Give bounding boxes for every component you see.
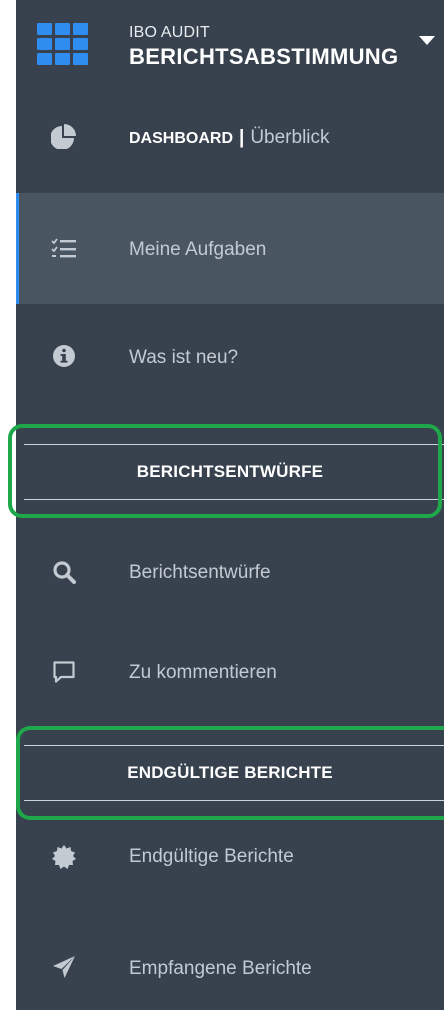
paper-plane-icon — [50, 953, 78, 981]
highlight-box-endgueltige-berichte — [16, 726, 444, 820]
sidebar-item-label: DASHBOARD | Überblick — [129, 127, 330, 149]
highlight-box-berichtsentwuerfe — [8, 424, 442, 518]
task-list-icon — [50, 235, 78, 263]
app-title[interactable]: BERICHTSABSTIMMUNG — [129, 44, 398, 70]
apps-grid-icon[interactable] — [37, 23, 88, 65]
sidebar-item-label: Zu kommentieren — [129, 662, 277, 683]
sidebar-item-was-ist-neu[interactable]: Was ist neu? — [16, 304, 444, 412]
sidebar-item-meine-aufgaben[interactable]: Meine Aufgaben — [16, 193, 444, 304]
sidebar-item-label: Meine Aufgaben — [129, 239, 267, 260]
dashboard-label: DASHBOARD — [129, 130, 233, 147]
sidebar-item-label: Endgültige Berichte — [129, 846, 294, 867]
info-icon — [50, 342, 78, 370]
active-indicator — [16, 193, 19, 304]
badge-icon — [50, 843, 78, 871]
dashboard-separator: | — [239, 127, 245, 148]
sidebar-item-berichtsentwuerfe[interactable]: Berichtsentwürfe — [16, 520, 444, 620]
caret-down-icon[interactable] — [419, 36, 435, 45]
sidebar-item-label: Berichtsentwürfe — [129, 562, 271, 583]
sidebar-item-dashboard[interactable]: DASHBOARD | Überblick — [16, 84, 444, 192]
sidebar-item-label: Was ist neu? — [129, 347, 239, 368]
overview-label: Überblick — [250, 127, 330, 148]
sidebar-item-label: Empfangene Berichte — [129, 958, 312, 979]
sidebar-header[interactable]: IBO AUDIT BERICHTSABSTIMMUNG — [16, 0, 444, 84]
pie-chart-icon — [50, 122, 78, 150]
search-icon — [50, 558, 78, 586]
comment-icon — [50, 658, 78, 686]
sidebar-item-empfangene-berichte[interactable]: Empfangene Berichte — [16, 913, 444, 1010]
sidebar-item-zu-kommentieren[interactable]: Zu kommentieren — [16, 620, 444, 720]
app-subtitle: IBO AUDIT — [129, 24, 210, 41]
